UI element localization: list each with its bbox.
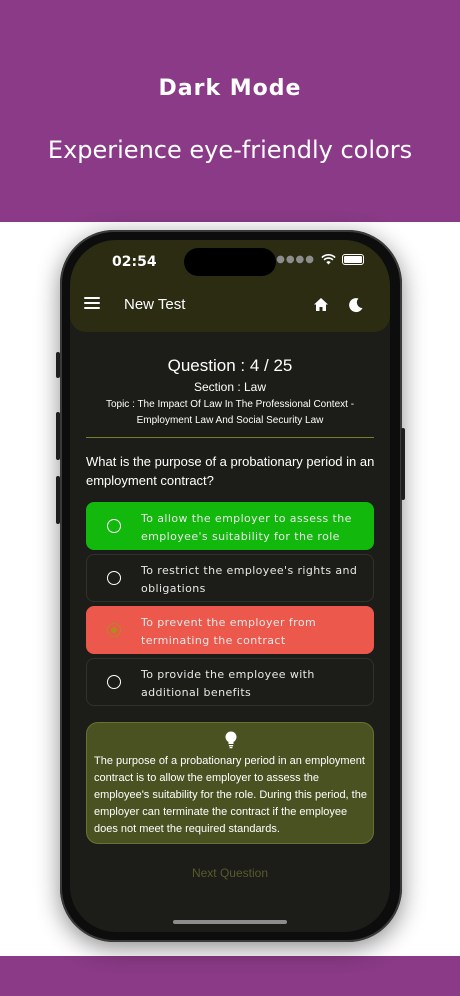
wifi-icon: [321, 254, 336, 265]
radio-button[interactable]: [107, 519, 121, 533]
menu-button[interactable]: [84, 297, 100, 311]
banner-title: Dark Mode: [158, 76, 302, 101]
answer-option-4[interactable]: To provide the employee with additional …: [86, 658, 374, 706]
battery-icon: [342, 254, 364, 265]
radio-button-selected[interactable]: [107, 623, 121, 637]
bottom-band: [0, 956, 460, 996]
lightbulb-icon: [225, 731, 237, 749]
question-section: Section : Law: [193, 380, 267, 394]
app-bar: 02:54 ●●●● New Test: [70, 240, 390, 332]
phone-power-button: [401, 428, 405, 500]
phone-mute-button: [56, 352, 60, 378]
status-time: 02:54: [112, 254, 157, 270]
explanation-card: The purpose of a probationary period in …: [86, 722, 374, 844]
answer-option-2[interactable]: To restrict the employee's rights and ob…: [86, 554, 374, 602]
question-text: What is the purpose of a probationary pe…: [86, 454, 375, 488]
app-bar-title: New Test: [124, 296, 186, 313]
answer-option-label: To allow the employer to assess the empl…: [141, 512, 352, 543]
answer-option-3[interactable]: To prevent the employer from terminating…: [86, 606, 374, 654]
moon-icon[interactable]: [347, 296, 365, 314]
promo-banner: Dark Mode Experience eye-friendly colors: [0, 0, 460, 222]
question-counter: Question : 4 / 25: [167, 356, 293, 375]
radio-button[interactable]: [107, 675, 121, 689]
answer-option-1[interactable]: To allow the employer to assess the empl…: [86, 502, 374, 550]
next-question-button[interactable]: Next Question: [70, 866, 390, 880]
status-icons: ●●●●: [276, 254, 364, 265]
answer-option-label: To prevent the employer from terminating…: [141, 616, 317, 647]
radio-button[interactable]: [107, 571, 121, 585]
explanation-text: The purpose of a probationary period in …: [94, 755, 367, 835]
home-icon[interactable]: [312, 296, 330, 314]
question-header: Question : 4 / 25 Section : Law Topic : …: [70, 356, 390, 429]
answer-option-label: To restrict the employee's rights and ob…: [141, 564, 358, 595]
banner-subtitle: Experience eye-friendly colors: [47, 136, 413, 164]
dynamic-island: [184, 248, 276, 276]
divider: [86, 437, 374, 438]
answer-option-label: To provide the employee with additional …: [141, 668, 315, 699]
cellular-signal-icon: ●●●●: [276, 254, 315, 265]
question-topic: Topic : The Impact Of Law In The Profess…: [105, 399, 355, 426]
phone-volume-down-button: [56, 476, 60, 524]
phone-volume-up-button: [56, 412, 60, 460]
home-indicator[interactable]: [173, 920, 287, 924]
phone-screen: 02:54 ●●●● New Test Question : 4 / 25 Se…: [70, 240, 390, 932]
